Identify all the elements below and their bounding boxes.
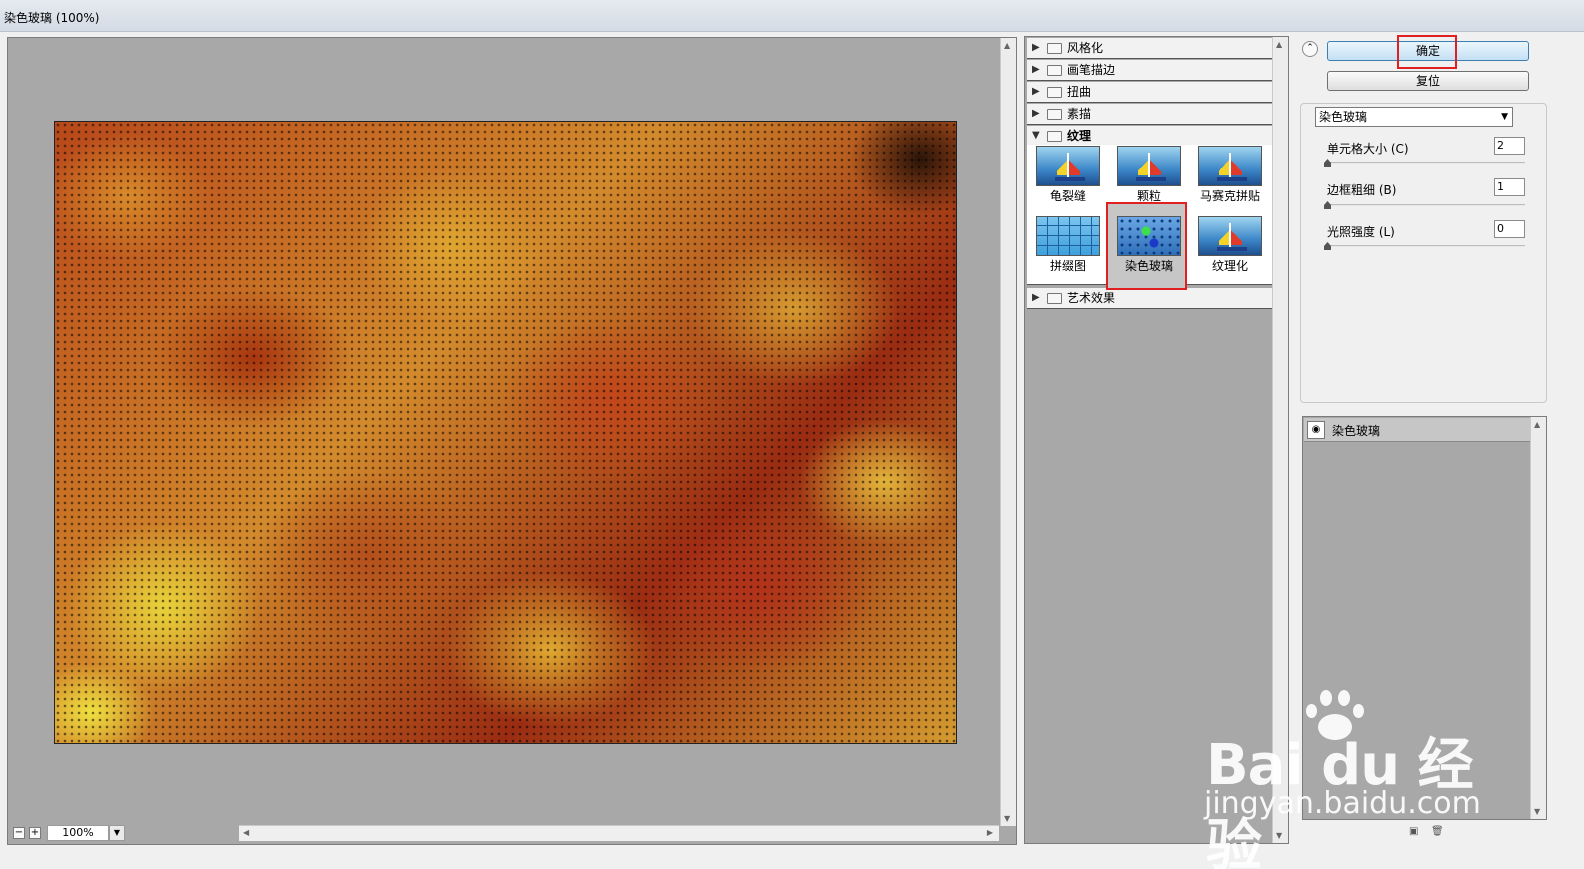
window-title: 染色玻璃 (100%) xyxy=(4,11,100,25)
light-intensity-label: 光照强度 (L) xyxy=(1327,225,1395,239)
preview-vertical-scrollbar[interactable]: ▲ ▼ xyxy=(1000,38,1016,826)
stained-glass-thumbnail-icon xyxy=(1117,216,1181,256)
zoom-level-field[interactable]: 100% xyxy=(47,825,109,841)
watermark-url: jingyan.baidu.com xyxy=(1204,786,1481,821)
category-brush-strokes[interactable]: ▶ 画笔描边 xyxy=(1027,60,1272,81)
border-thickness-label: 边框粗细 (B) xyxy=(1327,183,1397,197)
eye-visibility-icon[interactable]: ◉ xyxy=(1307,421,1325,439)
border-thickness-field[interactable]: 1 xyxy=(1494,178,1525,196)
folder-icon xyxy=(1047,109,1062,120)
scroll-down-arrow-icon[interactable]: ▼ xyxy=(1004,814,1010,823)
filter-craquelure[interactable]: 龟裂缝 xyxy=(1036,146,1100,204)
scroll-right-arrow-icon[interactable]: ▶ xyxy=(987,828,993,837)
category-label: 风格化 xyxy=(1067,41,1104,55)
sailboat-thumbnail-icon xyxy=(1198,216,1262,256)
scroll-up-arrow-icon[interactable]: ▲ xyxy=(1276,40,1282,49)
cell-size-label: 单元格大小 (C) xyxy=(1327,142,1409,156)
scroll-up-arrow-icon[interactable]: ▲ xyxy=(1534,420,1540,429)
filter-label: 染色玻璃 xyxy=(1124,259,1173,273)
zoom-dropdown-icon[interactable]: ▼ xyxy=(109,825,125,841)
light-intensity-field[interactable]: 0 xyxy=(1494,220,1525,238)
dropdown-arrow-icon[interactable]: ▼ xyxy=(1501,108,1508,126)
expand-arrow-icon[interactable]: ▶ xyxy=(1032,82,1040,102)
filter-label: 颗粒 xyxy=(1136,189,1161,203)
filter-label: 拼缀图 xyxy=(1049,259,1086,273)
filter-patchwork[interactable]: 拼缀图 xyxy=(1036,216,1100,274)
collapse-arrow-icon[interactable]: ▼ xyxy=(1032,126,1040,146)
filter-label: 龟裂缝 xyxy=(1049,189,1086,203)
effect-layer-name: 染色玻璃 xyxy=(1332,424,1381,438)
expand-arrow-icon[interactable]: ▶ xyxy=(1032,288,1040,308)
expand-arrow-icon[interactable]: ▶ xyxy=(1032,60,1040,80)
collapse-gallery-button[interactable]: ⌃ xyxy=(1302,41,1318,57)
filter-select[interactable]: 染色玻璃 ▼ xyxy=(1315,107,1513,127)
filter-texturizer[interactable]: 纹理化 xyxy=(1198,216,1262,274)
border-thickness-slider[interactable] xyxy=(1327,204,1525,206)
ok-button-highlight xyxy=(1397,35,1457,69)
zoom-controls: − + 100% ▼ xyxy=(7,825,239,843)
cell-size-field[interactable]: 2 xyxy=(1494,137,1525,155)
watermark: Bai du 经验 jingyan.baidu.com xyxy=(1200,690,1500,869)
scroll-down-arrow-icon[interactable]: ▼ xyxy=(1534,807,1540,816)
category-distort[interactable]: ▶ 扭曲 xyxy=(1027,82,1272,103)
cell-size-slider[interactable] xyxy=(1327,162,1525,164)
scroll-up-arrow-icon[interactable]: ▲ xyxy=(1004,41,1010,50)
category-label: 素描 xyxy=(1067,107,1092,121)
filter-mosaic-tiles[interactable]: 马赛克拼贴 xyxy=(1198,146,1262,204)
category-sketch[interactable]: ▶ 素描 xyxy=(1027,104,1272,125)
filter-select-value: 染色玻璃 xyxy=(1319,110,1368,124)
filter-label: 马赛克拼贴 xyxy=(1199,189,1260,203)
sailboat-thumbnail-icon xyxy=(1198,146,1262,186)
folder-icon xyxy=(1047,65,1062,76)
folder-icon xyxy=(1047,293,1062,304)
folder-icon xyxy=(1047,87,1062,98)
category-artistic[interactable]: ▶ 艺术效果 xyxy=(1027,288,1272,309)
category-texture[interactable]: ▼ 纹理 xyxy=(1027,126,1272,147)
light-intensity-slider[interactable] xyxy=(1327,245,1525,247)
category-stylize[interactable]: ▶ 风格化 xyxy=(1027,38,1272,59)
zoom-out-button[interactable]: − xyxy=(13,827,25,839)
sailboat-thumbnail-icon xyxy=(1036,146,1100,186)
reset-button[interactable]: 复位 xyxy=(1327,71,1529,91)
scroll-left-arrow-icon[interactable]: ◀ xyxy=(243,828,249,837)
zoom-in-button[interactable]: + xyxy=(29,827,41,839)
folder-icon xyxy=(1047,43,1062,54)
preview-pane[interactable]: ▲ ▼ xyxy=(7,37,1017,845)
tiles-thumbnail-icon xyxy=(1036,216,1100,256)
filter-label: 纹理化 xyxy=(1211,259,1248,273)
filter-grain[interactable]: 颗粒 xyxy=(1117,146,1181,204)
expand-arrow-icon[interactable]: ▶ xyxy=(1032,104,1040,124)
sailboat-thumbnail-icon xyxy=(1117,146,1181,186)
preview-horizontal-scrollbar[interactable]: ◀ ▶ xyxy=(239,825,999,841)
category-label: 纹理 xyxy=(1067,129,1092,143)
layers-scrollbar[interactable]: ▲ ▼ xyxy=(1530,417,1546,819)
filter-stained-glass[interactable]: 染色玻璃 xyxy=(1117,216,1181,274)
category-label: 画笔描边 xyxy=(1067,63,1116,77)
category-label: 扭曲 xyxy=(1067,85,1092,99)
title-bar: 染色玻璃 (100%) xyxy=(0,0,1584,32)
open-folder-icon xyxy=(1047,131,1062,142)
effect-layer-row[interactable]: ◉ 染色玻璃 xyxy=(1304,418,1530,442)
category-label: 艺术效果 xyxy=(1067,291,1116,305)
expand-arrow-icon[interactable]: ▶ xyxy=(1032,38,1040,58)
preview-image[interactable] xyxy=(54,121,957,744)
